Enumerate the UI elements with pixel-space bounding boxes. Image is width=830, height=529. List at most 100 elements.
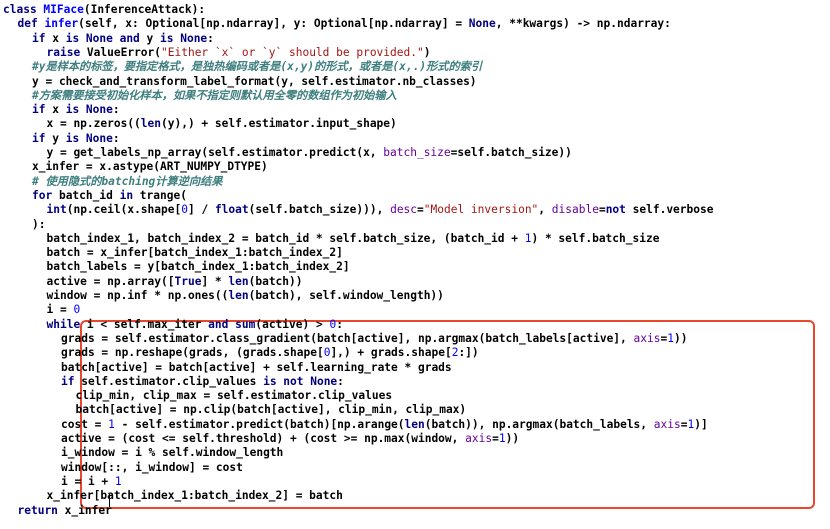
code-token: 1	[114, 474, 122, 488]
code-token: len	[404, 417, 425, 431]
code-token: if	[61, 374, 82, 388]
code-line[interactable]: batch_index_1, batch_index_2 = batch_id …	[47, 232, 660, 246]
code-token: x_infer[batch_index_1:batch_index_2] = b…	[46, 489, 343, 503]
code-line[interactable]: y = get_labels_np_array(self.estimator.p…	[47, 146, 572, 160]
code-token: =	[598, 203, 606, 217]
code-token: disable	[551, 203, 599, 217]
code-token: self.estimator.clip_values	[81, 374, 264, 388]
code-token: i < self.max_iter	[86, 317, 209, 331]
code-line[interactable]: #方案需要接受初始化样本，如果不指定则默认用全零的数组作为初始输入	[32, 89, 397, 103]
code-token: x	[52, 31, 66, 45]
code-line[interactable]: raise ValueError("Either `x` or `y` shou…	[47, 46, 431, 60]
code-token: - self.estimator.predict(batch)[np.arang…	[114, 417, 405, 431]
code-token: :	[112, 131, 120, 145]
code-line[interactable]: batch = x_infer[batch_index_1:batch_inde…	[47, 246, 343, 260]
code-editor[interactable]: class MIFace(InferenceAttack): def infer(…	[0, 0, 830, 529]
code-line[interactable]: batch_labels = y[batch_index_1:batch_ind…	[47, 260, 350, 274]
code-line[interactable]: batch[active] = batch[active] + self.lea…	[61, 361, 452, 375]
code-token: (self, x: Optional[np.ndarray], y: Optio…	[78, 17, 469, 31]
code-token: clip_min, clip_max = self.estimator.clip…	[75, 389, 393, 403]
code-line[interactable]: window[::, i_window] = cost	[61, 461, 243, 475]
code-token: int	[46, 203, 67, 217]
code-token: batch_index_1, batch_index_2 = batch_id …	[46, 231, 525, 245]
code-token: cost =	[61, 417, 109, 431]
code-token: x_infer = x.astype(ART_NUMPY_DTYPE)	[32, 160, 268, 174]
code-token: is None	[65, 131, 113, 145]
code-token: len	[228, 289, 249, 302]
code-token: (batch))	[248, 274, 303, 288]
code-line[interactable]: x_infer[batch_index_1:batch_index_2] = b…	[47, 489, 343, 503]
code-line[interactable]: i = 0	[47, 303, 81, 317]
code-token: ))	[505, 432, 520, 445]
code-token: axis	[633, 331, 661, 345]
code-token: i = i +	[61, 474, 115, 488]
code-token: MIFace	[43, 3, 84, 16]
code-token: is None	[160, 31, 208, 45]
code-line[interactable]: i_window = i % self.window_length	[61, 446, 283, 460]
code-line[interactable]: if x is None:	[32, 103, 120, 117]
code-token: 1	[108, 417, 115, 431]
code-token: True	[174, 274, 202, 288]
code-token: y = get_labels_np_array(self.estimator.p…	[46, 146, 384, 159]
code-token: trange(	[139, 188, 187, 202]
code-line[interactable]: y = check_and_transform_label_format(y, …	[32, 75, 477, 89]
code-token: None	[468, 17, 496, 31]
code-token: is not None	[263, 374, 338, 388]
code-token: def	[17, 17, 45, 31]
code-token: axis	[653, 417, 681, 431]
code-line[interactable]: window = np.inf * np.ones((len(batch), s…	[47, 289, 444, 303]
code-token: if	[32, 31, 53, 45]
code-token: len	[228, 274, 249, 288]
code-token: while	[46, 317, 87, 331]
code-line[interactable]: def infer(self, x: Optional[np.ndarray],…	[18, 17, 671, 31]
code-token: ) * self.batch_size	[531, 231, 660, 245]
code-token: if	[32, 131, 53, 145]
code-token: float	[214, 203, 249, 217]
code-line[interactable]: grads = np.reshape(grads, (grads.shape[0…	[61, 346, 479, 360]
code-token: sum	[235, 317, 256, 331]
code-line[interactable]: while i < self.max_iter and sum(active) …	[47, 318, 343, 332]
code-line[interactable]: return x_infer	[18, 504, 112, 518]
code-token: 1	[667, 331, 674, 345]
code-token: active = np.array([	[46, 274, 175, 288]
code-token: :	[336, 317, 343, 331]
code-line[interactable]: grads = self.estimator.class_gradient(ba…	[61, 332, 687, 346]
code-line[interactable]: # 使用隐式的batching计算逆向结果	[32, 175, 222, 189]
code-token: (batch), self.window_length))	[248, 289, 444, 302]
code-token: y	[52, 131, 66, 145]
code-token: (self.batch_size))),	[248, 203, 391, 217]
code-line[interactable]: x = np.zeros((len(y),) + self.estimator.…	[47, 117, 397, 131]
code-token: x	[52, 103, 66, 117]
code-line[interactable]: active = np.array([True] * len(batch))	[47, 275, 303, 289]
code-token: desc	[390, 203, 418, 217]
code-token: y	[146, 31, 161, 45]
code-token: (np.ceil(x.shape[	[66, 203, 182, 217]
code-line[interactable]: class MIFace(InferenceAttack):	[3, 3, 205, 17]
code-line[interactable]: i = i + 1	[61, 475, 122, 489]
code-line[interactable]: int(np.ceil(x.shape[0] / float(self.batc…	[47, 203, 714, 217]
code-token: class	[3, 3, 44, 16]
code-token: ):	[32, 217, 46, 231]
code-token: batch[active] = np.clip(batch[active], c…	[75, 403, 467, 417]
code-line[interactable]: if self.estimator.clip_values is not Non…	[61, 375, 344, 389]
code-line[interactable]: ):	[32, 218, 45, 232]
code-token: in	[119, 188, 140, 202]
code-token: axis	[465, 432, 493, 445]
code-line[interactable]: if x is None and y is None:	[32, 32, 214, 46]
code-token: (active) >	[255, 317, 330, 331]
code-line[interactable]: x_infer = x.astype(ART_NUMPY_DTYPE)	[32, 160, 268, 174]
code-line[interactable]: #y是样本的标签，要指定格式，是独热编码或者是(x,y)的形式，或者是(x,.)…	[32, 60, 482, 74]
code-token: )]	[694, 417, 708, 431]
code-token: x_infer	[64, 503, 112, 517]
code-token: 1	[498, 432, 506, 445]
code-token: "Either `x` or `y` should be provided."	[161, 45, 424, 59]
code-token: =self.batch_size))	[450, 146, 572, 159]
code-line[interactable]: for batch_id in trange(	[32, 189, 187, 203]
code-line[interactable]: cost = 1 - self.estimator.predict(batch)…	[61, 418, 708, 432]
code-token: #方案需要接受初始化样本，如果不指定则默认用全零的数组作为初始输入	[32, 88, 397, 102]
code-token: =	[417, 203, 424, 217]
code-line[interactable]: if y is None:	[32, 132, 120, 146]
code-line[interactable]: active = (cost <= self.threshold) + (cos…	[61, 432, 519, 446]
code-line[interactable]: clip_min, clip_max = self.estimator.clip…	[76, 389, 393, 403]
code-line[interactable]: batch[active] = np.clip(batch[active], c…	[76, 403, 467, 417]
